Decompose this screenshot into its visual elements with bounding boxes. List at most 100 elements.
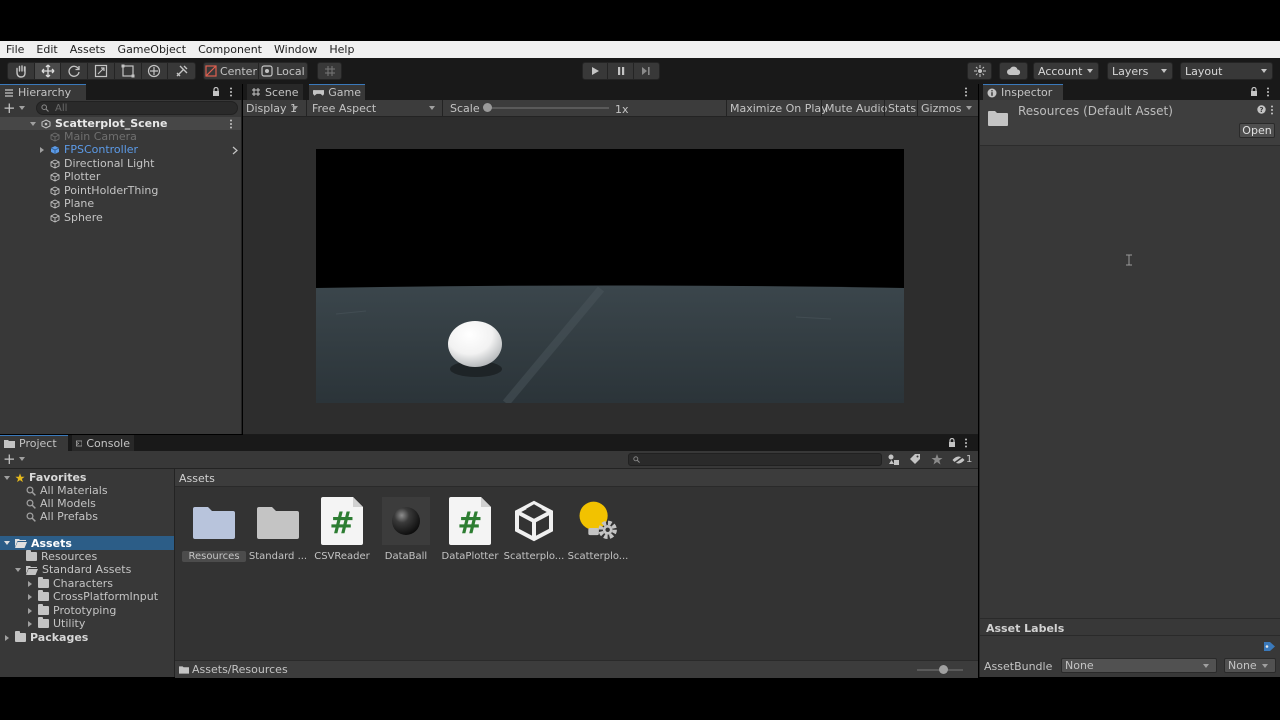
kebab-menu-icon[interactable]	[1270, 105, 1274, 115]
step-button[interactable]	[634, 63, 659, 79]
favorites-header[interactable]: Favorites	[4, 471, 86, 484]
lock-icon[interactable]	[212, 87, 220, 97]
star-icon[interactable]	[931, 454, 943, 465]
kebab-menu-icon[interactable]	[229, 87, 233, 97]
game-render[interactable]	[316, 149, 904, 403]
menu-assets[interactable]: Assets	[70, 43, 106, 56]
kebab-menu-icon[interactable]	[229, 119, 233, 129]
scene-row[interactable]: Scatterplot_Scene	[0, 117, 241, 130]
hierarchy-item-label: Main Camera	[64, 130, 137, 143]
hierarchy-search-input[interactable]: All	[36, 101, 238, 115]
sparkle-icon	[973, 65, 986, 77]
hidden-packages-toggle[interactable]: 1	[952, 453, 976, 466]
hierarchy-panel: + All Scatterplot_Scene Main Camera FPSC…	[0, 100, 242, 434]
pause-button[interactable]	[608, 63, 634, 79]
tree-item-packages[interactable]: Packages	[5, 631, 88, 644]
tag-icon[interactable]	[1263, 641, 1276, 652]
play-button[interactable]	[583, 63, 609, 79]
icon-size-slider-handle[interactable]	[939, 665, 948, 674]
collab-button[interactable]	[967, 62, 992, 80]
account-dropdown[interactable]: Account	[1033, 62, 1099, 80]
unity-scene-icon	[41, 118, 51, 129]
hierarchy-item-main-camera[interactable]: Main Camera	[50, 130, 137, 143]
aspect-dropdown[interactable]: Free Aspect	[309, 100, 443, 116]
grid-snap-toggle[interactable]	[317, 62, 342, 80]
favorite-all-materials[interactable]: All Materials	[26, 484, 108, 497]
chevron-right-icon[interactable]	[232, 146, 238, 155]
menu-help[interactable]: Help	[329, 43, 354, 56]
project-create-dropdown[interactable]: +	[3, 452, 29, 467]
tree-item-label: Prototyping	[53, 604, 117, 617]
hierarchy-item-sphere[interactable]: Sphere	[50, 211, 103, 224]
tree-item-characters[interactable]: Characters	[28, 577, 113, 590]
move-tool-button[interactable]	[34, 63, 62, 79]
tree-item-prototyping[interactable]: Prototyping	[28, 604, 116, 617]
tree-item-standard-assets[interactable]: Standard Assets	[15, 563, 131, 576]
cloud-button[interactable]	[999, 62, 1028, 80]
hierarchy-item-plane[interactable]: Plane	[50, 197, 94, 210]
hierarchy-item-fpscontroller[interactable]: FPSController	[0, 143, 241, 157]
gizmos-dropdown[interactable]: Gizmos	[917, 100, 977, 116]
scale-slider-handle[interactable]	[483, 103, 492, 112]
transform-tool-button[interactable]	[142, 63, 169, 79]
menu-edit[interactable]: Edit	[36, 43, 57, 56]
lock-icon[interactable]	[1250, 87, 1258, 97]
assetbundle-variant-dropdown[interactable]: None	[1224, 658, 1276, 673]
kebab-menu-icon[interactable]	[1266, 87, 1270, 97]
help-icon[interactable]: ?	[1257, 105, 1266, 114]
hand-tool-button[interactable]	[8, 63, 35, 79]
layout-dropdown[interactable]: Layout	[1180, 62, 1273, 80]
asset-tile-dataplotter[interactable]: # DataPlotter	[438, 497, 502, 567]
tab-hierarchy[interactable]: Hierarchy	[0, 84, 86, 100]
layers-dropdown[interactable]: Layers	[1107, 62, 1173, 80]
display-dropdown[interactable]: Display 1	[243, 100, 307, 116]
tab-inspector[interactable]: Inspector	[983, 84, 1063, 100]
scale-slider-track[interactable]	[487, 107, 609, 109]
mute-audio-toggle[interactable]: Mute Audio	[821, 100, 890, 116]
custom-tool-button[interactable]	[168, 63, 195, 79]
hierarchy-item-plotter[interactable]: Plotter	[50, 170, 100, 183]
asset-grid-header: Assets	[175, 469, 978, 487]
asset-tile-databall[interactable]: DataBall	[374, 497, 438, 567]
favorite-all-prefabs[interactable]: All Prefabs	[26, 510, 98, 523]
lock-icon[interactable]	[948, 438, 956, 448]
tab-project[interactable]: Project	[0, 435, 68, 451]
inspector-header: Resources (Default Asset) ? Open	[980, 100, 1280, 146]
asset-tile-scatterplot-lighting[interactable]: Scatterplo...	[566, 497, 630, 567]
tree-item-assets[interactable]: Assets	[0, 536, 174, 550]
menu-file[interactable]: File	[6, 43, 24, 56]
menu-gameobject[interactable]: GameObject	[118, 43, 187, 56]
info-icon	[987, 88, 997, 97]
tree-item-utility[interactable]: Utility	[28, 617, 85, 630]
asset-tile-resources[interactable]: Resources	[182, 497, 246, 567]
kebab-menu-icon[interactable]	[964, 438, 968, 448]
open-button[interactable]: Open	[1239, 123, 1275, 138]
hierarchy-item-directional-light[interactable]: Directional Light	[50, 157, 154, 170]
tab-game[interactable]: Game	[309, 84, 365, 100]
assetbundle-dropdown[interactable]: None	[1061, 658, 1217, 673]
asset-tile-scatterplot-scene[interactable]: Scatterplo...	[502, 497, 566, 567]
tree-item-crossplatforminput[interactable]: CrossPlatformInput	[28, 590, 158, 603]
stats-toggle[interactable]: Stats	[884, 100, 919, 116]
create-dropdown[interactable]: +	[3, 101, 29, 116]
search-by-type-icon[interactable]	[888, 454, 900, 465]
asset-tile-standard-assets[interactable]: Standard ...	[246, 497, 310, 567]
tab-scene[interactable]: Scene	[247, 84, 303, 100]
rect-tool-button[interactable]	[115, 63, 142, 79]
tree-item-label: Packages	[30, 631, 89, 644]
pivot-local-button[interactable]: Local	[259, 63, 307, 79]
scale-tool-button[interactable]	[88, 63, 115, 79]
project-search-input[interactable]	[628, 453, 882, 466]
kebab-menu-icon[interactable]	[964, 87, 968, 97]
menu-component[interactable]: Component	[198, 43, 262, 56]
rotate-tool-button[interactable]	[61, 63, 89, 79]
asset-tile-csvreader[interactable]: # CSVReader	[310, 497, 374, 567]
tree-item-resources[interactable]: Resources	[26, 550, 97, 563]
hierarchy-item-pointholderthing[interactable]: PointHolderThing	[50, 184, 158, 197]
menu-window[interactable]: Window	[274, 43, 317, 56]
pivot-center-button[interactable]: Center	[204, 63, 259, 79]
tab-console[interactable]: Console	[72, 435, 134, 451]
maximize-on-play-toggle[interactable]: Maximize On Play	[726, 100, 831, 116]
label-filter-icon[interactable]	[909, 454, 921, 465]
favorite-all-models[interactable]: All Models	[26, 497, 96, 510]
